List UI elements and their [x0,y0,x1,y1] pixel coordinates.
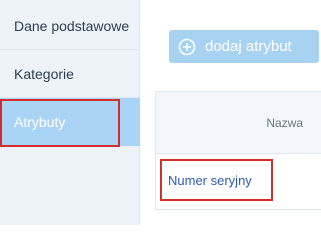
column-header-name[interactable]: Nazwa [266,116,303,130]
sidebar-item-atrybuty[interactable]: Atrybuty [0,98,140,146]
add-attribute-button[interactable]: dodaj atrybut [169,30,319,63]
table-row: Numer seryjny [155,154,321,210]
sidebar-item-kategorie[interactable]: Kategorie [0,50,140,98]
sidebar-item-label: Dane podstawowe [14,17,130,34]
add-attribute-button-label: dodaj atrybut [205,38,292,55]
sidebar: Dane podstawowe Kategorie Atrybuty [0,0,140,225]
table-header: Nazwa [155,91,321,154]
plus-circle-icon [178,38,196,56]
sidebar-item-dane-podstawowe[interactable]: Dane podstawowe [0,2,140,50]
attributes-page: Dane podstawowe Kategorie Atrybuty dodaj… [0,0,321,225]
sidebar-item-label: Kategorie [14,65,74,82]
main-content: dodaj atrybut Nazwa Numer seryjny [141,0,321,225]
sidebar-item-label: Atrybuty [14,114,66,130]
attribute-link[interactable]: Numer seryjny [168,173,252,188]
